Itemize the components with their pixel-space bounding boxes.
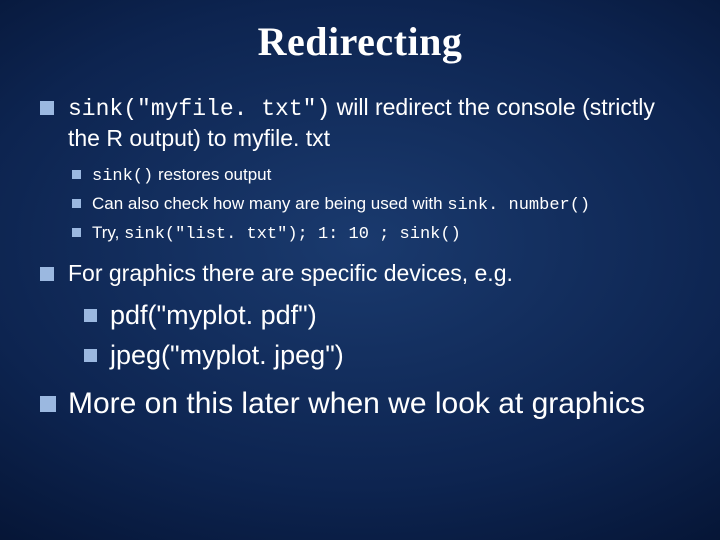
text-graphics: For graphics there are specific devices,… bbox=[68, 260, 513, 286]
sub-sink-number: Can also check how many are being used w… bbox=[68, 193, 682, 218]
code-sink-number: sink. number() bbox=[447, 196, 590, 215]
code-sink-empty: sink() bbox=[92, 167, 153, 186]
code-try-example: sink("list. txt"); 1: 10 ; sink() bbox=[124, 225, 461, 244]
bullet-sink: sink("myfile. txt") will redirect the co… bbox=[38, 93, 682, 247]
slide: Redirecting sink("myfile. txt") will red… bbox=[0, 0, 720, 540]
bullet-more-later: More on this later when we look at graph… bbox=[38, 385, 682, 423]
sub-jpeg: jpeg("myplot. jpeg") bbox=[82, 338, 682, 373]
text-try: Try, bbox=[92, 223, 124, 242]
text-check: Can also check how many are being used w… bbox=[92, 194, 447, 213]
sub-sink-restore: sink() restores output bbox=[68, 164, 682, 189]
bullet-graphics: For graphics there are specific devices,… bbox=[38, 259, 682, 374]
bullet-list: sink("myfile. txt") will redirect the co… bbox=[38, 93, 682, 373]
slide-title: Redirecting bbox=[38, 18, 682, 65]
sub-list-sink: sink() restores output Can also check ho… bbox=[68, 164, 682, 247]
text-restore: restores output bbox=[153, 165, 271, 184]
sub-sink-try: Try, sink("list. txt"); 1: 10 ; sink() bbox=[68, 222, 682, 247]
code-sink-call: sink("myfile. txt") bbox=[68, 96, 330, 122]
sub-pdf: pdf("myplot. pdf") bbox=[82, 298, 682, 333]
sub-list-graphics: pdf("myplot. pdf") jpeg("myplot. jpeg") bbox=[68, 298, 682, 373]
bullet-list-big: More on this later when we look at graph… bbox=[38, 385, 682, 423]
